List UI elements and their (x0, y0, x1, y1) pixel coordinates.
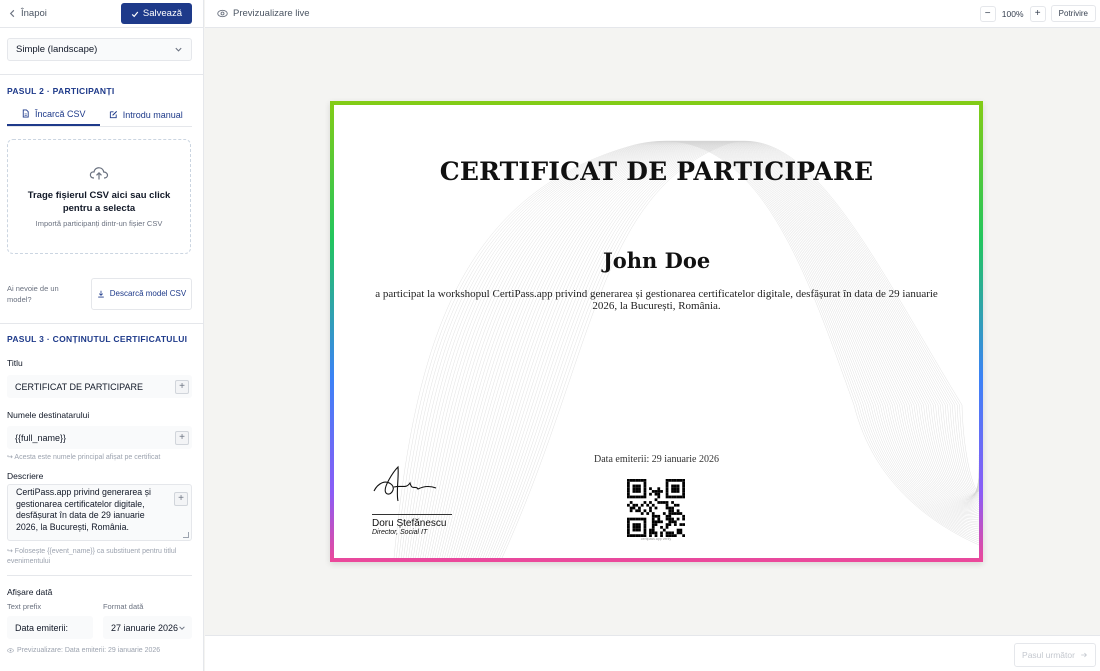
template-select-value: Simple (landscape) (16, 44, 98, 55)
prefix-input[interactable]: Data emiterii: (7, 616, 93, 639)
recipient-hint: ↪ Acesta este numele principal afișat pe… (7, 454, 161, 461)
insert-variable-button[interactable]: + (175, 379, 189, 394)
csv-dropzone[interactable]: Trage fișierul CSV aici sau click pentru… (7, 139, 191, 254)
divider (0, 323, 203, 324)
date-row: Text prefix Data emiterii: Format dată 2… (0, 602, 203, 639)
step2-title: PASUL 2 · PARTICIPANȚI (7, 86, 115, 96)
zoom-level: 100% (1001, 8, 1024, 19)
divider (7, 575, 192, 576)
participants-tabs: Încarcă CSV Introdu manual (7, 103, 192, 127)
description-hint: ↪ Folosește {{event_name}} ca substituen… (7, 548, 177, 565)
title-input-value: CERTIFICAT DE PARTICIPARE (15, 381, 144, 392)
description-textarea[interactable]: CertiPass.app privind generarea și gesti… (7, 484, 192, 541)
description-textarea-value: CertiPass.app privind generarea și gesti… (16, 487, 151, 532)
recipient-label: Numele destinatarului (7, 410, 90, 420)
certificate-canvas: CERTIFICAT DE PARTICIPARE John Doe a par… (334, 105, 979, 558)
cloud-upload-icon (89, 167, 109, 180)
step3-title: PASUL 3 · CONȚINUTUL CERTIFICATULUI (7, 334, 188, 344)
tab-upload-label: Încarcă CSV (34, 108, 86, 119)
next-step-label: Pasul următor (1022, 650, 1075, 660)
title-label: Titlu (7, 358, 23, 368)
dropzone-title: Trage fișierul CSV aici sau click pentru… (27, 190, 171, 214)
model-row: Ai nevoie de un model? Descarcă model CS… (7, 278, 192, 310)
preview-footer: Pasul următor (205, 635, 1100, 671)
chevron-down-icon (179, 625, 185, 630)
qr-caption: certipass.app verify (640, 537, 672, 541)
prefix-column: Text prefix Data emiterii: (7, 602, 93, 639)
template-select[interactable]: Simple (landscape) (7, 38, 192, 61)
format-label: Format dată (102, 602, 144, 611)
arrow-right-icon (1081, 652, 1087, 658)
chevron-down-icon (175, 47, 182, 52)
signature-icon (373, 465, 437, 502)
zoom-controls: − 100% + Potrivire (979, 5, 1096, 22)
save-button[interactable]: Salvează (120, 3, 192, 24)
resize-handle[interactable] (183, 532, 189, 538)
sidebar: Înapoi Salvează Simple (landscape) PASUL… (0, 0, 204, 671)
zoom-in-button[interactable]: + (1029, 5, 1046, 22)
tab-manual-entry[interactable]: Introdu manual (100, 103, 193, 126)
certificate-title: CERTIFICAT DE PARTICIPARE (439, 157, 874, 186)
chevron-left-icon (9, 9, 15, 18)
live-preview-label: Previzualizare live (217, 8, 310, 19)
insert-variable-button[interactable]: + (175, 430, 189, 445)
live-preview-text: Previzualizare live (233, 8, 310, 19)
zoom-out-button[interactable]: − (979, 5, 996, 22)
tab-upload-csv[interactable]: Încarcă CSV (7, 103, 100, 126)
prefix-input-value: Data emiterii: (15, 622, 69, 633)
download-model-label: Descarcă model CSV (109, 289, 187, 298)
description-label: Descriere (7, 471, 44, 481)
tab-manual-label: Introdu manual (122, 109, 183, 120)
certificate-description: a participat la workshopul CertiPass.app… (375, 288, 938, 312)
back-label: Înapoi (21, 8, 47, 19)
date-preview: Previzualizare: Data emiterii: 29 ianuar… (0, 647, 203, 654)
signature-line (372, 514, 452, 515)
preview-toolbar: Previzualizare live − 100% + Potrivire (205, 0, 1100, 28)
qr-code-icon (627, 479, 685, 537)
signer-role: Director, Social IT (372, 529, 428, 536)
recipient-input[interactable]: {{full_name}} + (7, 426, 192, 449)
model-question: Ai nevoie de un model? (7, 284, 59, 304)
date-format-value: 27 ianuarie 2026 (110, 622, 178, 633)
format-column: Format dată 27 ianuarie 2026 (102, 602, 192, 639)
title-input[interactable]: CERTIFICAT DE PARTICIPARE + (7, 375, 192, 398)
download-icon (97, 290, 104, 298)
sidebar-topbar: Înapoi Salvează (0, 0, 203, 28)
save-label: Salvează (142, 8, 182, 19)
edit-icon (109, 110, 117, 119)
date-section-title: Afișare dată (7, 587, 53, 597)
back-button[interactable]: Înapoi (8, 8, 47, 19)
dropzone-subtitle: Importă participanți dintr-un fișier CSV (35, 219, 163, 228)
certificate-preview: CERTIFICAT DE PARTICIPARE John Doe a par… (330, 101, 983, 562)
signer-name: Doru Ștefănescu (372, 518, 447, 529)
date-format-select[interactable]: 27 ianuarie 2026 (102, 616, 192, 639)
date-preview-text: Previzualizare: Data emiterii: 29 ianuar… (17, 647, 161, 654)
insert-variable-button[interactable]: + (174, 492, 188, 506)
prefix-label: Text prefix (7, 602, 42, 611)
eye-icon (7, 648, 14, 653)
recipient-input-value: {{full_name}} (15, 432, 67, 443)
file-icon (22, 109, 29, 118)
divider (0, 74, 203, 75)
fit-button[interactable]: Potrivire (1050, 5, 1096, 22)
check-icon (131, 11, 139, 17)
download-model-button[interactable]: Descarcă model CSV (91, 278, 192, 310)
next-step-button[interactable]: Pasul următor (1014, 643, 1096, 667)
certificate-recipient-name: John Doe (602, 248, 711, 273)
eye-icon (217, 9, 228, 18)
